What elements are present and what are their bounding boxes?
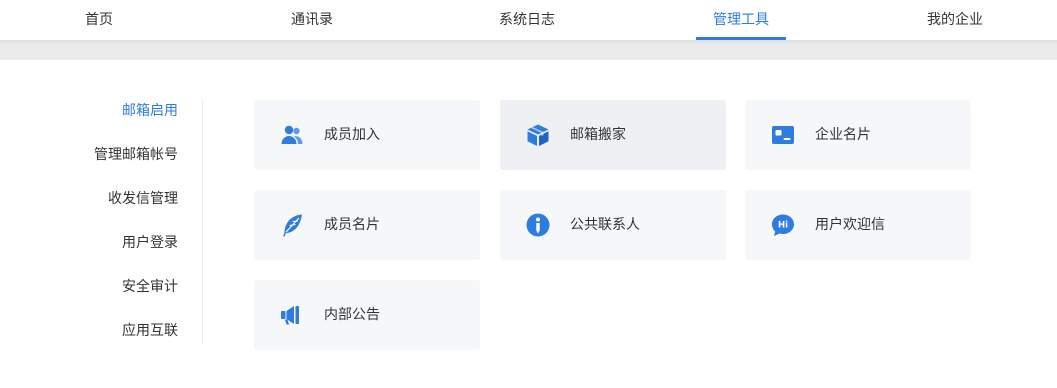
card-label: 成员名片: [324, 217, 380, 233]
tab-my-company[interactable]: 我的企业: [927, 0, 983, 40]
contact-info-icon: [526, 213, 550, 237]
megaphone-icon: [281, 306, 299, 325]
sidebar-item-app-integration[interactable]: 应用互联: [122, 321, 178, 341]
card-label: 内部公告: [324, 307, 380, 323]
card-label: 公共联系人: [570, 217, 640, 233]
card-mailbox-migration[interactable]: 邮箱搬家: [500, 100, 726, 170]
header-divider-band: [0, 40, 1057, 60]
sidebar-item-mailbox-enable[interactable]: 邮箱启用: [122, 101, 178, 121]
card-welcome-letter[interactable]: Hi 用户欢迎信: [745, 190, 971, 260]
card-public-contacts[interactable]: 公共联系人: [500, 190, 726, 260]
sidebar-item-mail-management[interactable]: 收发信管理: [108, 189, 178, 209]
sidebar-item-manage-accounts[interactable]: 管理邮箱帐号: [94, 145, 178, 165]
top-nav: 首页 通讯录 系统日志 管理工具 我的企业: [0, 0, 1057, 40]
business-card-icon: [772, 126, 794, 144]
sidebar-item-security-audit[interactable]: 安全审计: [122, 277, 178, 297]
card-label: 用户欢迎信: [815, 217, 885, 233]
tab-system-log[interactable]: 系统日志: [499, 0, 555, 40]
feather-icon: [283, 214, 302, 237]
svg-text:Hi: Hi: [778, 221, 788, 231]
card-internal-announcement[interactable]: 内部公告: [254, 280, 480, 350]
hi-chat-icon: Hi: [772, 214, 794, 236]
sidebar-item-user-login[interactable]: 用户登录: [122, 233, 178, 253]
tab-contacts[interactable]: 通讯录: [291, 0, 333, 40]
sidebar-divider: [202, 99, 203, 345]
card-member-join[interactable]: 成员加入: [254, 100, 480, 170]
box-icon: [527, 124, 549, 146]
card-label: 邮箱搬家: [570, 127, 626, 143]
card-company-card[interactable]: 企业名片: [745, 100, 971, 170]
tab-home[interactable]: 首页: [85, 0, 113, 40]
add-member-icon: [281, 125, 303, 144]
tab-admin-tools[interactable]: 管理工具: [713, 0, 769, 40]
card-label: 企业名片: [815, 127, 871, 143]
card-label: 成员加入: [324, 127, 380, 143]
card-member-card[interactable]: 成员名片: [254, 190, 480, 260]
